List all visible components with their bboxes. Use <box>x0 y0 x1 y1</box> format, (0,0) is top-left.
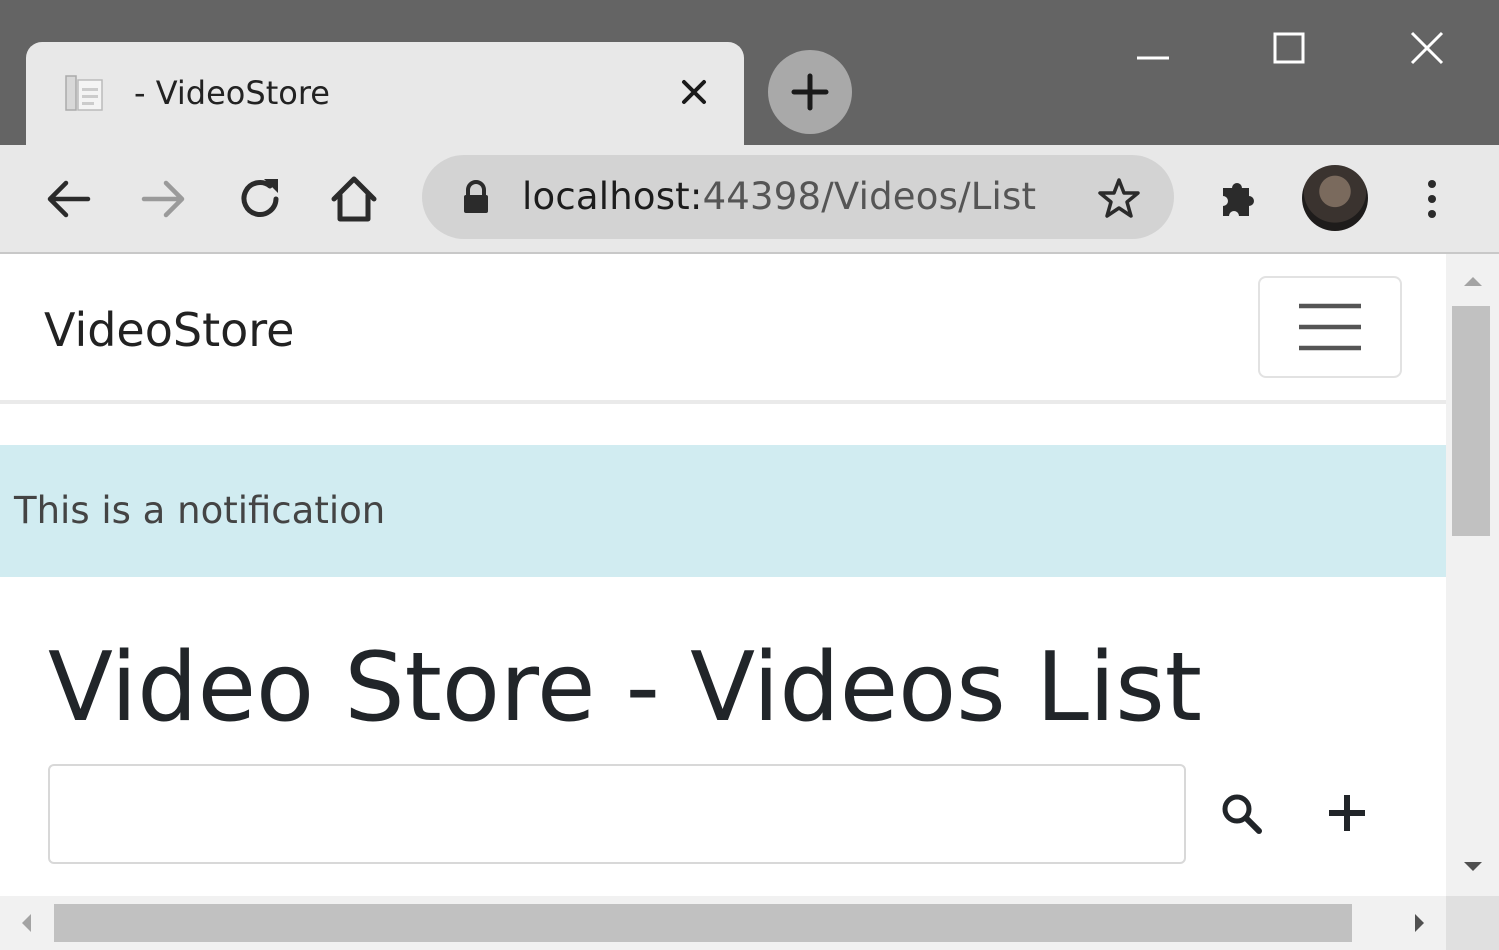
minimize-button[interactable] <box>1118 20 1188 76</box>
navbar-toggle-button[interactable] <box>1258 276 1402 378</box>
page-viewport: VideoStore This is a notification Video … <box>0 254 1446 896</box>
hamburger-menu-icon <box>1299 303 1361 351</box>
new-tab-button[interactable] <box>768 50 852 134</box>
scroll-down-arrow-icon[interactable] <box>1446 852 1499 882</box>
app-navbar: VideoStore <box>0 254 1446 404</box>
reload-icon <box>241 179 279 217</box>
tab-close-icon[interactable] <box>672 70 716 114</box>
address-bar[interactable]: localhost:44398/Videos/List <box>422 155 1174 239</box>
scroll-left-arrow-icon[interactable] <box>8 904 44 942</box>
close-icon <box>1410 31 1444 65</box>
extensions-icon <box>1223 183 1254 216</box>
title-bar: - VideoStore <box>0 0 1499 154</box>
search-icon <box>1222 794 1262 834</box>
extensions-button[interactable] <box>1208 169 1268 229</box>
browser-toolbar: localhost:44398/Videos/List <box>0 145 1499 254</box>
vertical-scroll-thumb[interactable] <box>1452 306 1490 536</box>
search-button[interactable] <box>1212 784 1270 842</box>
scroll-up-arrow-icon[interactable] <box>1446 266 1499 296</box>
maximize-button[interactable] <box>1254 20 1324 76</box>
forward-button[interactable] <box>134 169 194 229</box>
url-path: 44398/Videos/List <box>702 175 1037 218</box>
horizontal-scroll-thumb[interactable] <box>54 904 1352 942</box>
page-favicon-icon <box>62 70 108 116</box>
browser-window: - VideoStore localhost:44398/Videos/List… <box>0 0 1499 950</box>
add-video-button[interactable] <box>1316 782 1378 844</box>
lock-icon[interactable] <box>456 177 496 217</box>
window-close-button[interactable] <box>1392 20 1462 76</box>
back-arrow-icon <box>47 180 91 218</box>
search-input[interactable] <box>48 764 1186 864</box>
plus-icon <box>791 73 829 111</box>
horizontal-scrollbar[interactable] <box>0 896 1446 950</box>
reload-button[interactable] <box>230 169 290 229</box>
home-button[interactable] <box>324 169 384 229</box>
url-text[interactable]: localhost:44398/Videos/List <box>522 172 1036 222</box>
tab-title: - VideoStore <box>134 74 330 112</box>
notification-alert: This is a notification <box>0 445 1446 577</box>
vertical-scrollbar[interactable] <box>1446 254 1499 896</box>
back-button[interactable] <box>38 169 98 229</box>
scroll-right-arrow-icon[interactable] <box>1402 904 1438 942</box>
browser-tab[interactable]: - VideoStore <box>26 42 744 154</box>
forward-arrow-icon <box>141 180 185 218</box>
minimize-icon <box>1137 56 1169 60</box>
notification-text: This is a notification <box>14 489 386 532</box>
star-icon[interactable] <box>1096 175 1142 221</box>
home-icon <box>331 176 377 222</box>
browser-menu-button[interactable] <box>1402 169 1462 229</box>
navbar-brand[interactable]: VideoStore <box>44 302 294 358</box>
plus-icon <box>1329 795 1365 831</box>
page-title: Video Store - Videos List <box>48 633 1203 743</box>
scrollbar-corner <box>1446 896 1499 950</box>
maximize-icon <box>1273 32 1305 64</box>
profile-avatar[interactable] <box>1302 165 1368 231</box>
url-host: localhost: <box>522 175 703 218</box>
kebab-menu-icon <box>1428 180 1436 218</box>
